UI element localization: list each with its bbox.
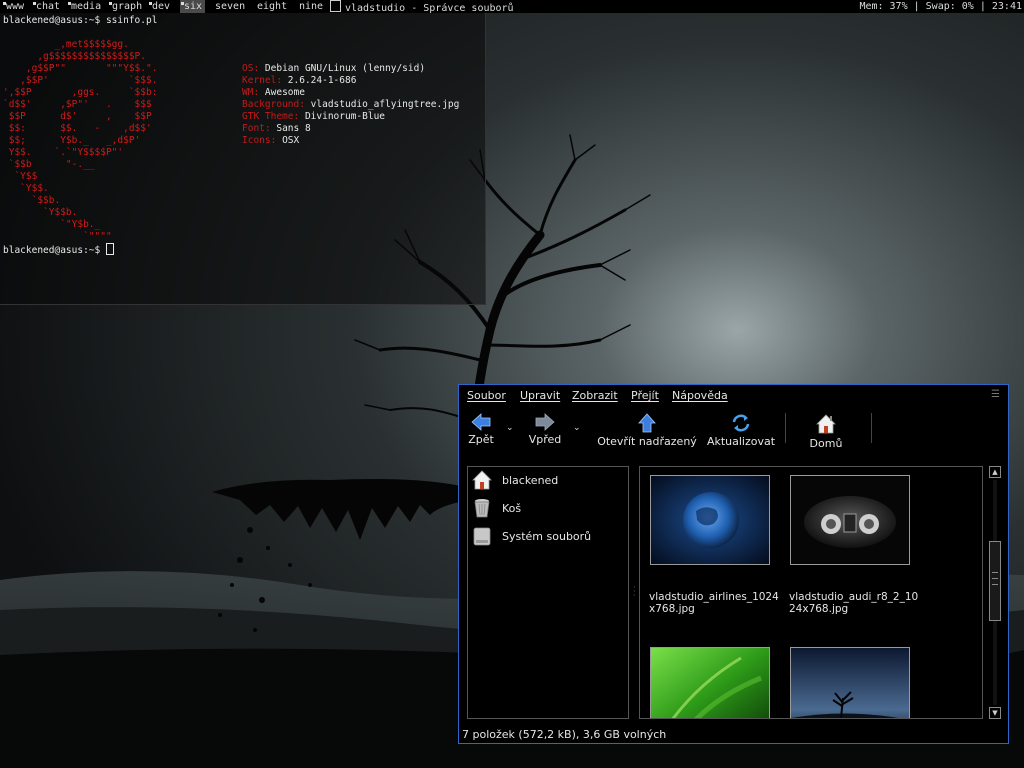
- file-manager-window[interactable]: Soubor Upravit Zobrazit Přejít Nápověda …: [458, 384, 1009, 744]
- info-key: OS:: [242, 63, 260, 74]
- tag-eight[interactable]: eight: [257, 0, 287, 13]
- system-info: OS: Debian GNU/Linux (lenny/sid) Kernel:…: [242, 63, 459, 147]
- places-sidebar: blackened Koš Systém souborů: [467, 466, 629, 719]
- file-thumbnail: [790, 647, 910, 718]
- home-icon: [816, 414, 836, 434]
- menu-view[interactable]: Zobrazit: [572, 389, 618, 402]
- home-button[interactable]: Domů: [806, 407, 846, 453]
- tag-media[interactable]: media: [67, 0, 101, 13]
- info-key: GTK Theme:: [242, 111, 300, 122]
- tag-dev[interactable]: dev: [148, 0, 170, 13]
- sidebar-item-home[interactable]: blackened: [471, 469, 621, 491]
- menu-go[interactable]: Přejít: [631, 389, 659, 402]
- forward-history-chevron-icon[interactable]: ⌄: [573, 423, 581, 433]
- info-value: Debian GNU/Linux (lenny/sid): [264, 63, 426, 74]
- file-view: vladstudio_airlines_1024x768.jpg vladstu…: [639, 466, 983, 719]
- window-icon: [330, 0, 341, 12]
- pane-resize-handle[interactable]: · · ·: [633, 584, 636, 600]
- home-folder-icon: [472, 470, 492, 490]
- trash-icon: [474, 499, 490, 518]
- back-history-chevron-icon[interactable]: ⌄: [506, 423, 514, 433]
- info-value: Awesome: [264, 87, 305, 98]
- menu-help[interactable]: Nápověda: [672, 389, 728, 402]
- file-item[interactable]: [780, 639, 910, 718]
- up-button[interactable]: Otevřít nadřazený: [597, 407, 697, 453]
- harddisk-icon: [473, 527, 491, 546]
- menu-edit[interactable]: Upravit: [520, 389, 560, 402]
- info-key: Icons:: [242, 135, 277, 146]
- tag-seven[interactable]: seven: [215, 0, 245, 13]
- info-key: WM:: [242, 87, 260, 98]
- tag-www[interactable]: www: [2, 0, 24, 13]
- file-thumbnail: [650, 647, 770, 718]
- info-value: 2.6.24-1-686: [287, 75, 357, 86]
- info-value: Sans 8: [276, 123, 311, 134]
- tag-nine[interactable]: nine: [299, 0, 323, 13]
- sidebar-item-filesystem[interactable]: Systém souborů: [471, 525, 621, 547]
- terminal-prompt: blackened@asus:~$: [3, 245, 106, 256]
- tearoff-icon[interactable]: ☰: [991, 389, 1000, 400]
- toolbar-separator: [871, 413, 872, 443]
- toolbar-separator: [785, 413, 786, 443]
- toolbar: Zpět ⌄ Vpřed ⌄ Otevřít nadřazený Aktuali…: [459, 407, 1008, 455]
- refresh-icon: [732, 414, 750, 432]
- status-bar: 7 položek (572,2 kB), 3,6 GB volných: [462, 728, 667, 741]
- terminal-cursor: [105, 243, 114, 255]
- sidebar-item-trash[interactable]: Koš: [471, 497, 621, 519]
- refresh-button[interactable]: Aktualizovat: [706, 407, 776, 453]
- tag-graph[interactable]: graph: [108, 0, 142, 13]
- info-value: Divinorum-Blue: [304, 111, 386, 122]
- info-key: Font:: [242, 123, 271, 134]
- terminal-command-line: blackened@asus:~$ ssinfo.pl: [3, 15, 157, 27]
- info-value: OSX: [282, 135, 300, 146]
- scroll-up-button[interactable]: ▲: [989, 466, 1001, 478]
- arrow-right-icon: [535, 413, 555, 431]
- terminal-input-line[interactable]: blackened@asus:~$: [3, 243, 114, 257]
- info-value: vladstudio_aflyingtree.jpg: [310, 99, 460, 110]
- arrow-left-icon: [471, 413, 491, 431]
- scroll-down-button[interactable]: ▼: [989, 707, 1001, 719]
- file-thumbnail: [790, 475, 910, 565]
- terminal-command: ssinfo.pl: [105, 15, 158, 26]
- file-item[interactable]: [640, 639, 770, 718]
- forward-button[interactable]: Vpřed: [525, 407, 565, 453]
- top-panel: www chat media graph dev six seven eight…: [0, 0, 1024, 14]
- file-name: vladstudio_audi_r8_2_1024x768.jpg: [789, 591, 919, 615]
- tag-six[interactable]: six: [180, 0, 206, 13]
- terminal-window[interactable]: blackened@asus:~$ ssinfo.pl _,met$$$$$gg…: [0, 13, 486, 305]
- file-item[interactable]: vladstudio_audi_r8_2_1024x768.jpg: [780, 467, 918, 627]
- info-key: Kernel:: [242, 75, 283, 86]
- debian-logo-ascii: _,met$$$$$gg. ,g$$$$$$$$$$$$$$$P. ,g$$P"…: [3, 39, 158, 242]
- file-item[interactable]: vladstudio_airlines_1024x768.jpg: [640, 467, 779, 627]
- tag-chat[interactable]: chat: [32, 0, 60, 13]
- file-name: vladstudio_airlines_1024x768.jpg: [649, 591, 779, 615]
- back-button[interactable]: Zpět: [465, 407, 497, 453]
- menu-bar: Soubor Upravit Zobrazit Přejít Nápověda …: [459, 385, 1008, 405]
- system-status: Mem: 37% | Swap: 0% | 23:41: [859, 1, 1022, 12]
- terminal-prompt: blackened@asus:~$: [3, 15, 106, 26]
- vertical-scrollbar[interactable]: ▲ ▼: [989, 466, 1001, 719]
- arrow-up-icon: [638, 413, 656, 433]
- file-thumbnail: [650, 475, 770, 565]
- scroll-thumb[interactable]: [989, 541, 1001, 621]
- info-key: Background:: [242, 99, 305, 110]
- menu-file[interactable]: Soubor: [467, 389, 506, 402]
